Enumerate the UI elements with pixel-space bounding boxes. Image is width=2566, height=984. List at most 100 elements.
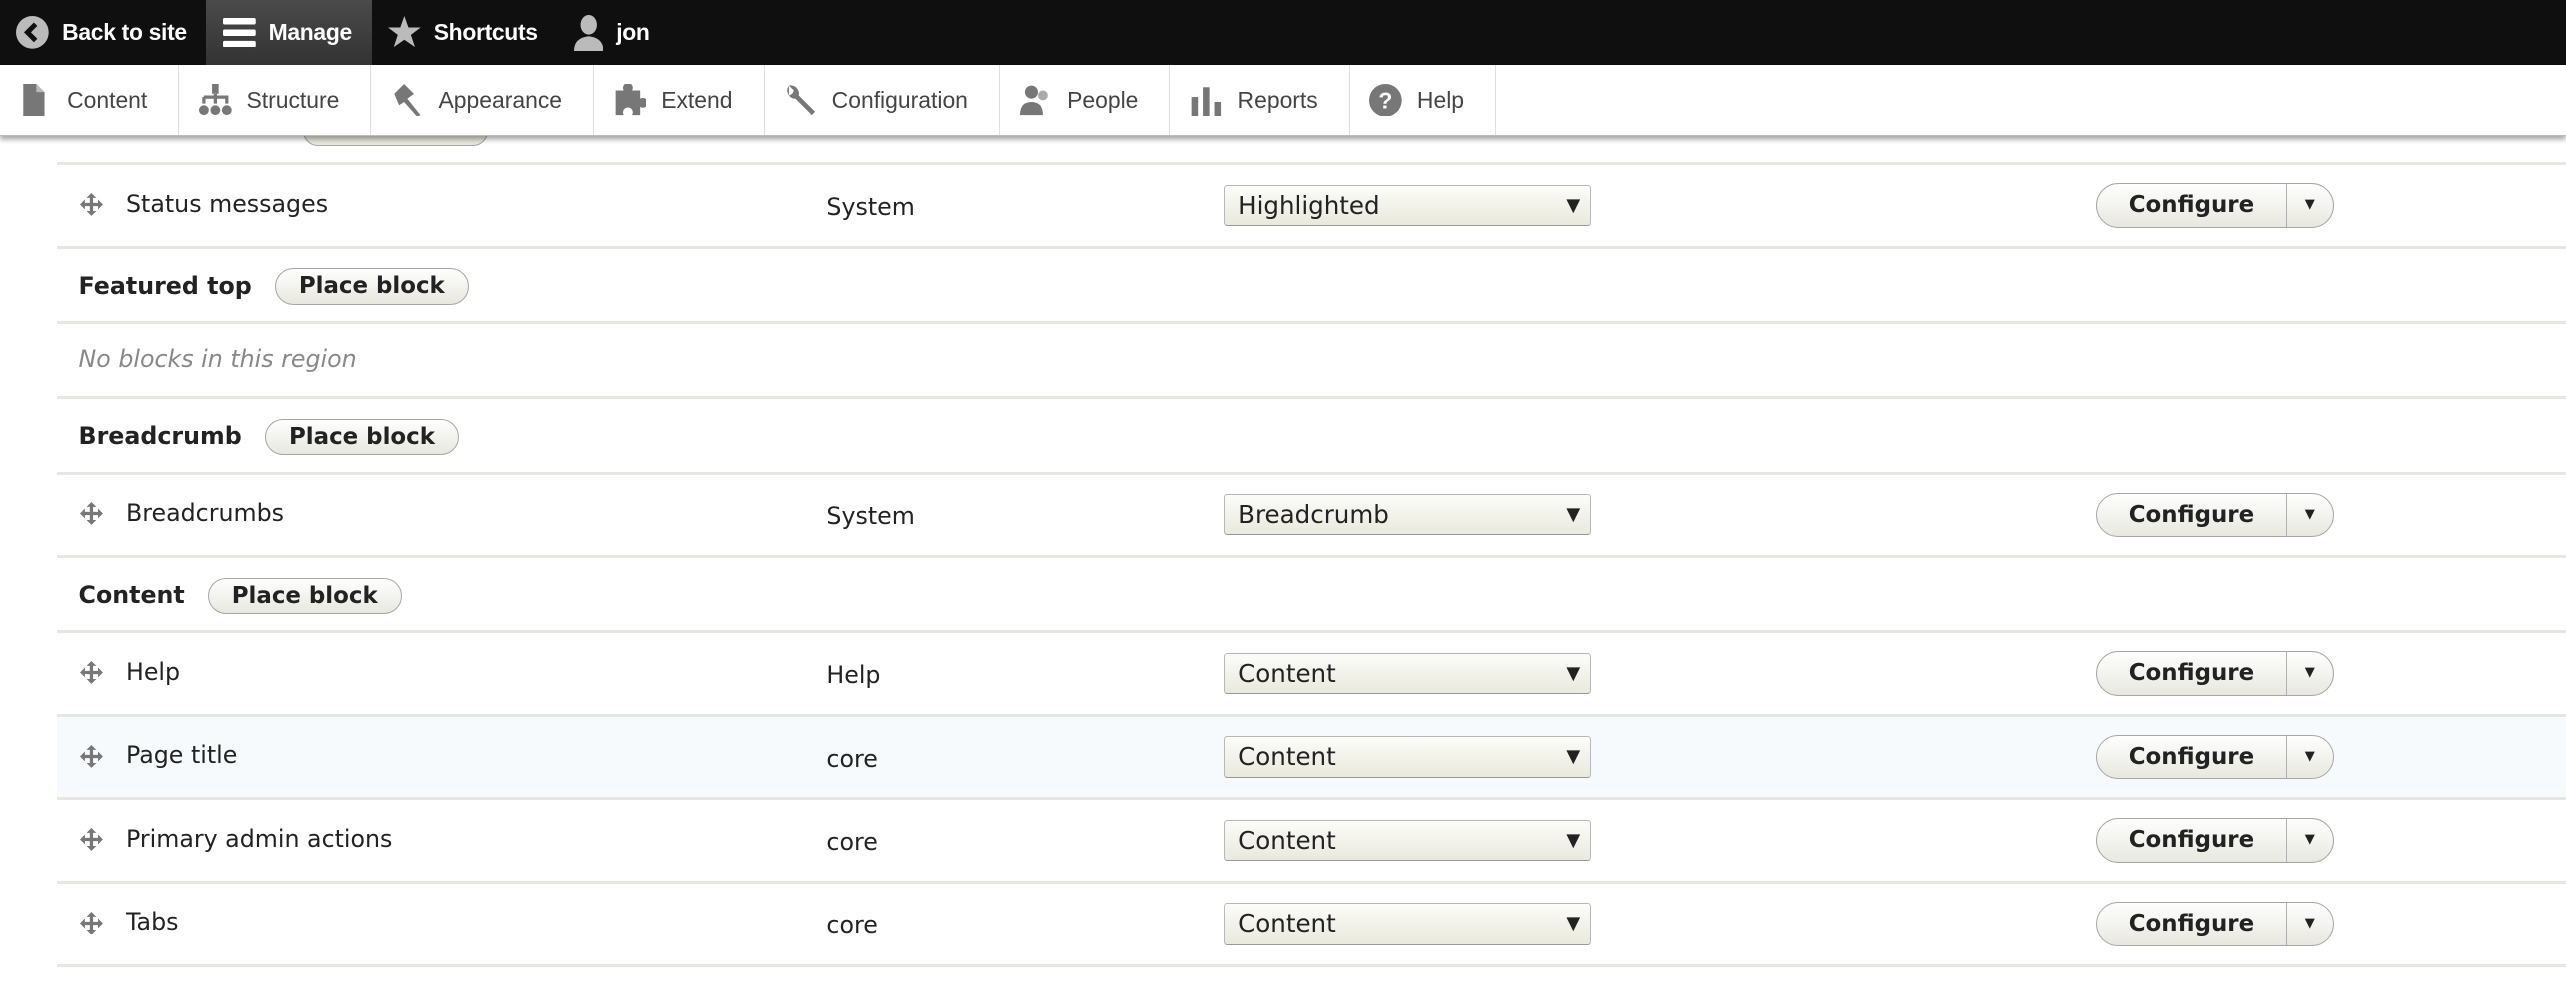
region-row: Content Place block <box>57 558 2566 634</box>
region-row: Featured top Place block <box>57 249 2566 324</box>
block-name: Help <box>125 657 181 686</box>
configure-button[interactable]: Configure <box>2097 184 2287 227</box>
operations-dropdown-toggle[interactable]: ▼ <box>2287 819 2333 862</box>
drag-handle-icon[interactable] <box>80 661 104 685</box>
block-name: Tabs <box>125 908 179 937</box>
region-title: Content <box>78 580 185 609</box>
region-select[interactable]: Content ▼ <box>1224 903 1591 945</box>
region-select[interactable]: Content ▼ <box>1224 736 1591 778</box>
block-row: Tabs core Content ▼ Configure ▼ <box>57 884 2566 968</box>
operations-dropdown-toggle[interactable]: ▼ <box>2287 494 2333 537</box>
block-category: System <box>826 502 915 531</box>
caret-down-icon: ▼ <box>1566 829 1581 851</box>
block-category: Help <box>826 661 881 690</box>
region-title: Breadcrumb <box>78 422 242 451</box>
wrench-icon <box>787 85 816 115</box>
operations-dropdown-toggle[interactable]: ▼ <box>2287 652 2333 695</box>
region-select-value: Content <box>1238 909 1336 939</box>
place-block-button[interactable]: Place block <box>274 268 469 305</box>
user-tab[interactable]: jon <box>557 0 669 65</box>
caret-down-icon: ▼ <box>1566 746 1581 768</box>
configure-button-group: Configure ▼ <box>2096 734 2334 780</box>
back-to-site-link[interactable]: Back to site <box>0 0 206 65</box>
shortcuts-tab[interactable]: Shortcuts <box>372 0 558 65</box>
admin-toolbar: Back to site Manage Shortcuts jon <box>0 0 2566 66</box>
tray-item-label: Configuration <box>831 86 968 113</box>
shortcuts-label: Shortcuts <box>433 19 538 46</box>
back-to-site-label: Back to site <box>62 19 187 46</box>
star-icon <box>387 16 421 48</box>
operations-dropdown-toggle[interactable]: ▼ <box>2287 903 2333 946</box>
region-select[interactable]: Content ▼ <box>1224 819 1591 862</box>
tray-item-structure[interactable]: Structure <box>179 65 372 135</box>
drag-handle-icon[interactable] <box>80 193 104 217</box>
block-layout-table: Status messages System Highlighted ▼ Configu… <box>57 116 2566 968</box>
block-name: Primary admin actions <box>125 824 393 853</box>
configure-button[interactable]: Configure <box>2097 652 2287 695</box>
region-select-value: Content <box>1238 658 1336 688</box>
tray-item-extend[interactable]: Extend <box>594 65 765 135</box>
place-block-button[interactable]: Place block <box>207 577 402 614</box>
region-select-value: Highlighted <box>1238 190 1380 220</box>
configure-button[interactable]: Configure <box>2097 735 2287 779</box>
caret-down-icon: ▼ <box>1566 194 1581 216</box>
menu-icon <box>222 18 256 48</box>
region-select[interactable]: Highlighted ▼ <box>1224 184 1591 227</box>
block-row: Page title core Content ▼ Configure ▼ <box>57 716 2566 801</box>
manage-label: Manage <box>268 19 353 46</box>
drag-handle-icon[interactable] <box>80 911 104 935</box>
configure-button[interactable]: Configure <box>2097 819 2287 862</box>
tray-item-people[interactable]: People <box>1000 65 1171 135</box>
drag-handle-icon[interactable] <box>80 502 104 526</box>
chevron-left-circle-icon <box>16 16 50 50</box>
region-select[interactable]: Breadcrumb ▼ <box>1224 494 1591 536</box>
tray-item-content[interactable]: Content <box>0 65 180 135</box>
tray-item-configuration[interactable]: Configuration <box>765 65 1001 135</box>
block-name: Breadcrumbs <box>125 499 285 528</box>
manage-tab[interactable]: Manage <box>206 0 372 66</box>
tray-item-label: Appearance <box>438 86 563 113</box>
configure-button-group: Configure ▼ <box>2096 901 2334 947</box>
empty-region-message: No blocks in this region <box>78 345 357 374</box>
people-icon <box>1019 85 1048 115</box>
configure-button-group: Configure ▼ <box>2096 651 2334 696</box>
region-select-value: Breadcrumb <box>1238 500 1389 530</box>
operations-dropdown-toggle[interactable]: ▼ <box>2287 184 2333 227</box>
region-row-partial <box>57 116 2566 166</box>
drag-handle-icon[interactable] <box>80 744 104 768</box>
svg-text:?: ? <box>1379 87 1393 113</box>
configure-button[interactable]: Configure <box>2097 493 2287 537</box>
configure-button-group: Configure ▼ <box>2096 183 2334 228</box>
configure-button[interactable]: Configure <box>2097 902 2287 946</box>
tray-item-help[interactable]: ? Help <box>1350 65 1497 135</box>
bar-chart-icon <box>1191 87 1222 117</box>
manage-tray: Content Structure Appearance Extend Configur… <box>0 65 2566 136</box>
region-select-value: Content <box>1238 742 1336 772</box>
place-block-button[interactable]: Place block <box>265 418 459 456</box>
block-name: Page title <box>125 741 238 770</box>
caret-down-icon: ▼ <box>1566 662 1581 684</box>
block-row: Help Help Content ▼ Configure ▼ <box>57 633 2566 717</box>
region-select[interactable]: Content ▼ <box>1224 652 1591 695</box>
user-icon <box>573 14 604 51</box>
tray-item-label: Reports <box>1237 86 1318 113</box>
tray-item-label: Extend <box>661 86 733 113</box>
region-title: Featured top <box>78 271 252 300</box>
tray-item-appearance[interactable]: Appearance <box>371 65 595 135</box>
user-label: jon <box>616 19 650 46</box>
block-row: Primary admin actions core Content ▼ Configu… <box>57 800 2566 884</box>
region-row: Breadcrumb Place block <box>57 399 2566 475</box>
file-icon <box>22 83 45 117</box>
block-category: core <box>826 827 878 856</box>
operations-dropdown-toggle[interactable]: ▼ <box>2287 736 2333 779</box>
tray-item-label: People <box>1067 86 1139 113</box>
block-category: System <box>826 193 915 222</box>
block-name: Status messages <box>125 189 329 218</box>
drag-handle-icon[interactable] <box>80 828 104 851</box>
block-category: core <box>826 911 878 940</box>
tray-item-reports[interactable]: Reports <box>1170 65 1350 135</box>
sitemap-icon <box>199 83 232 115</box>
configure-button-group: Configure ▼ <box>2096 492 2334 538</box>
puzzle-icon <box>615 83 647 115</box>
help-icon: ? <box>1369 83 1403 117</box>
